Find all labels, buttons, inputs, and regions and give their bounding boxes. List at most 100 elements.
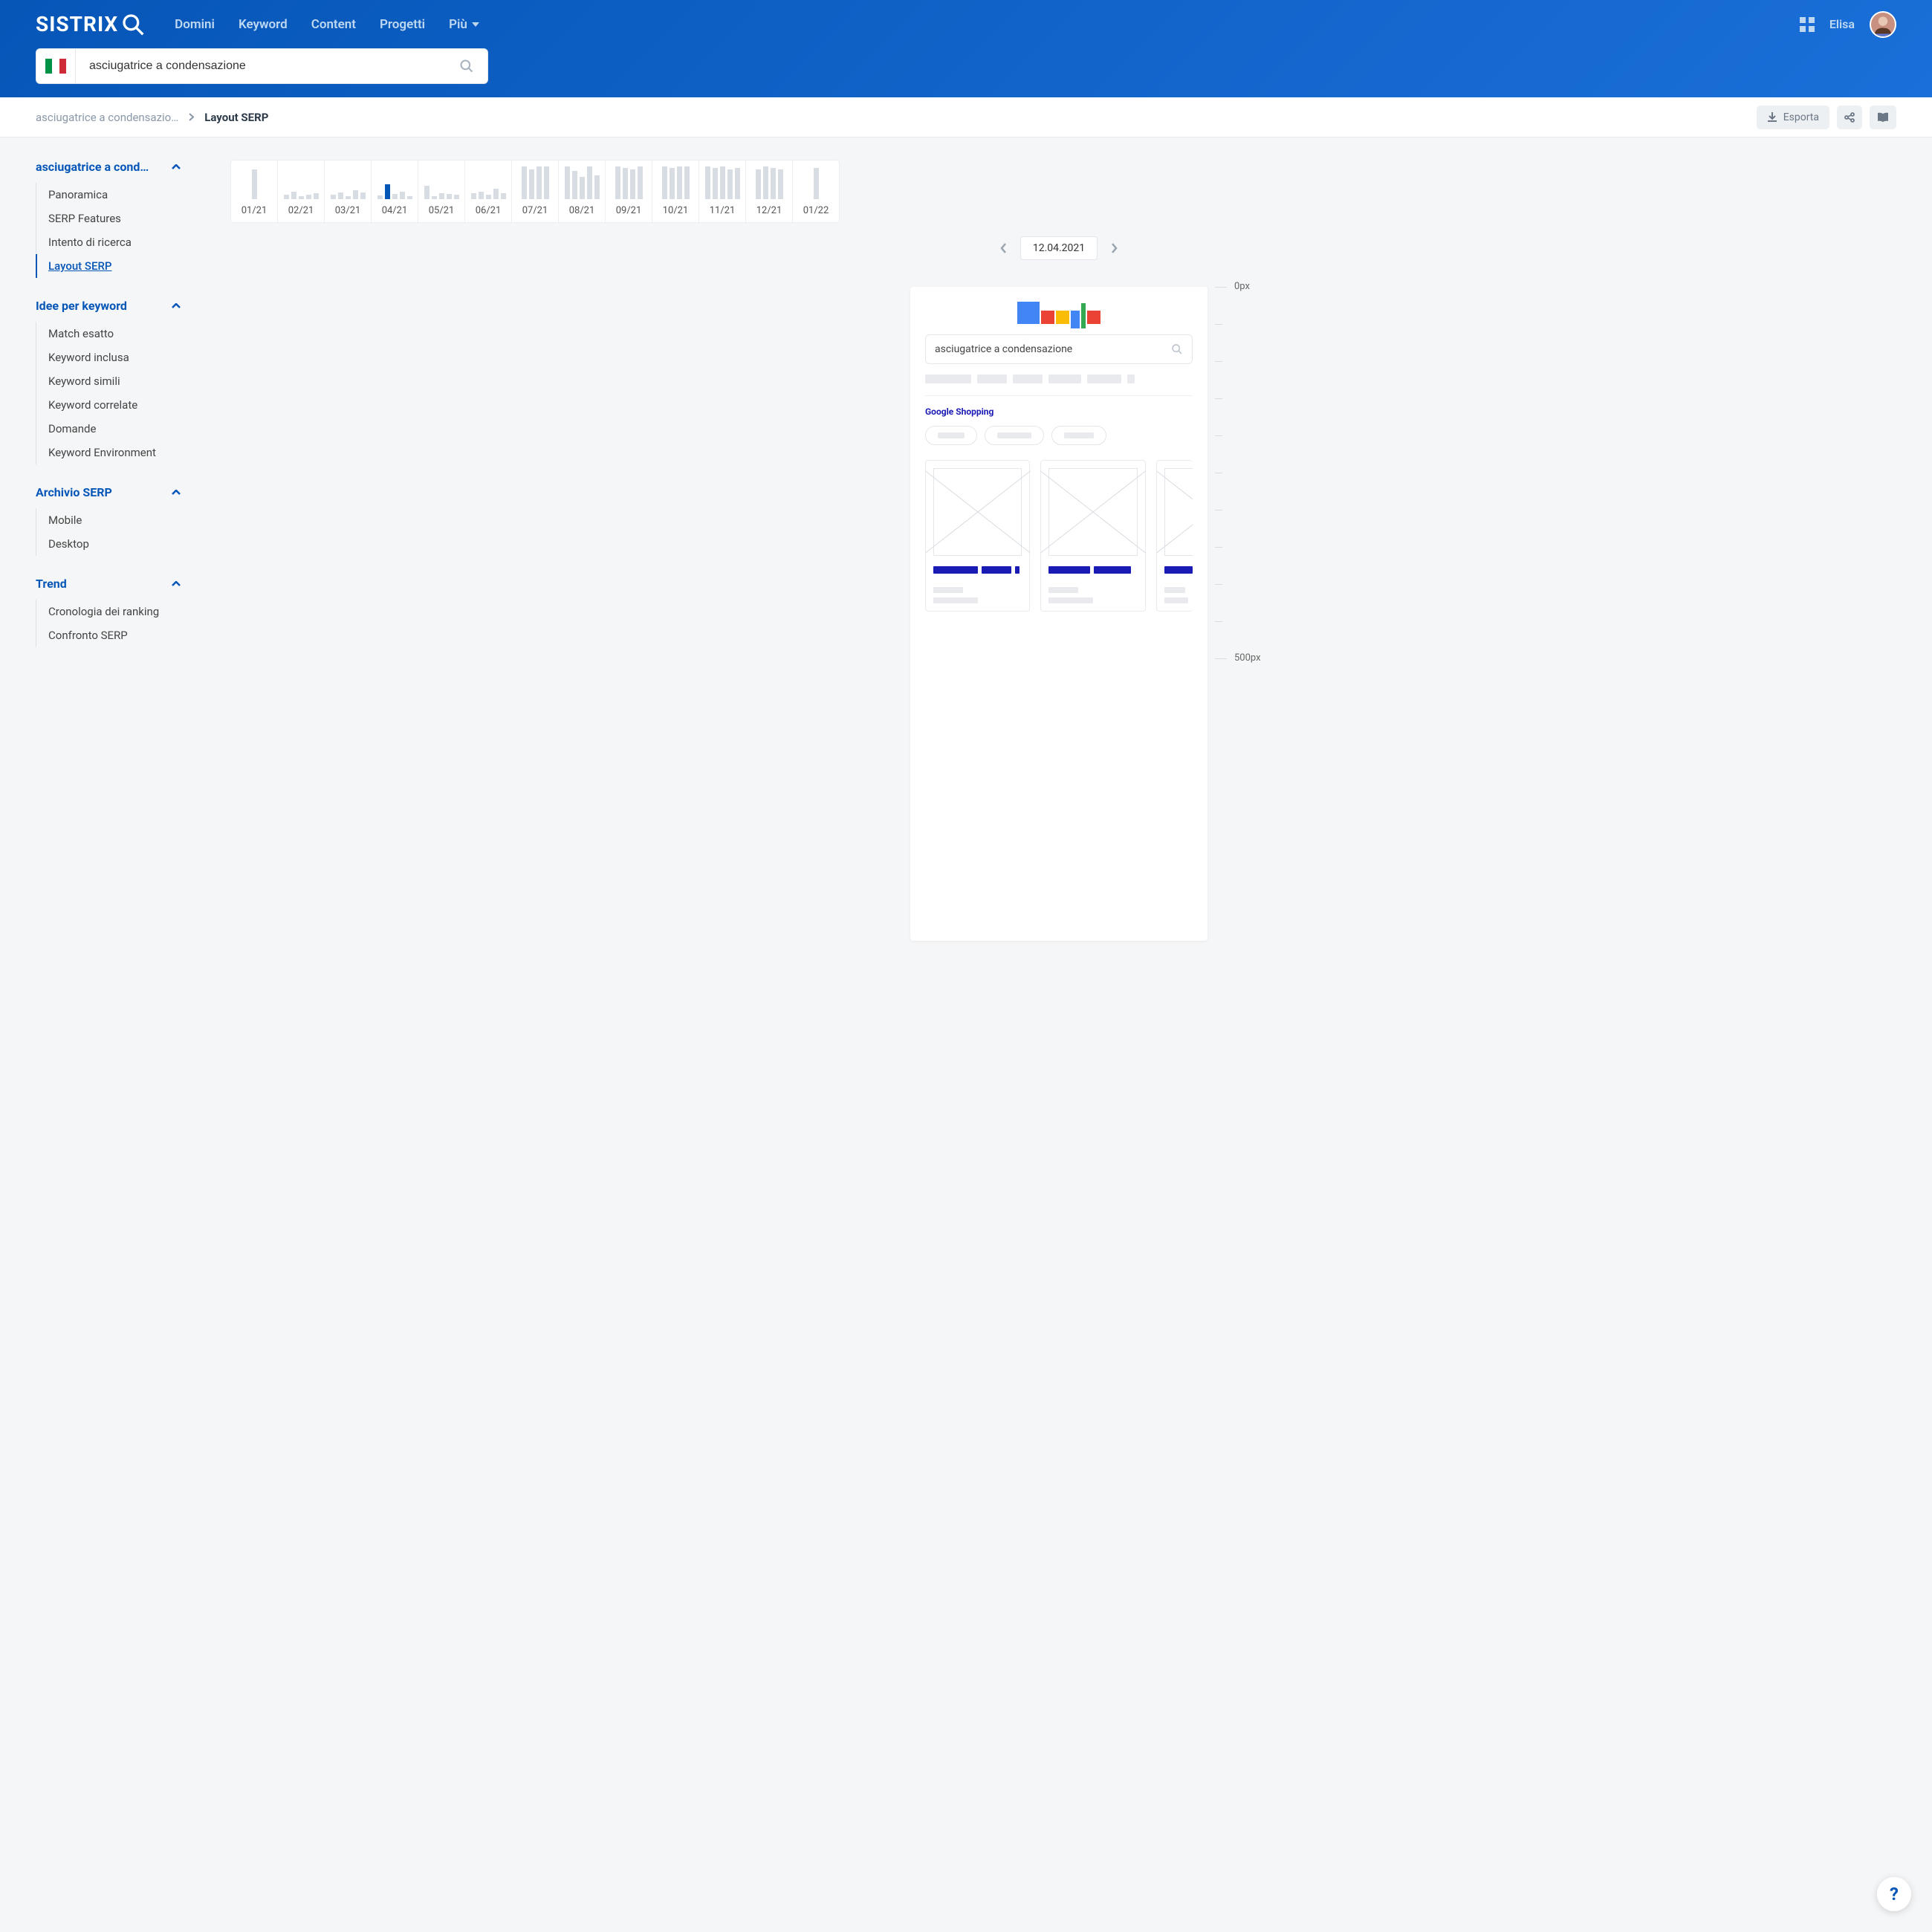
user-name[interactable]: Elisa bbox=[1829, 17, 1855, 31]
sidebar: asciugatrice a condens PanoramicaSERP Fe… bbox=[0, 137, 223, 963]
timeline-bar bbox=[501, 193, 506, 199]
sidebar-item[interactable]: Mobile bbox=[48, 508, 187, 532]
timeline-month[interactable]: 08/21 bbox=[559, 161, 606, 222]
sidebar-title-keyword[interactable]: asciugatrice a condens bbox=[36, 160, 181, 174]
sidebar-item[interactable]: Desktop bbox=[48, 532, 187, 556]
timeline-bar bbox=[291, 192, 296, 199]
timeline-bar bbox=[306, 195, 311, 199]
sidebar-title-trend[interactable]: Trend bbox=[36, 577, 181, 591]
timeline-month[interactable]: 03/21 bbox=[325, 161, 372, 222]
timeline-month[interactable]: 12/21 bbox=[746, 161, 793, 222]
shopping-card[interactable] bbox=[1156, 460, 1193, 612]
chevron-up-icon bbox=[172, 164, 181, 170]
sidebar-item[interactable]: Keyword Environment bbox=[48, 441, 187, 464]
timeline-month[interactable]: 10/21 bbox=[652, 161, 699, 222]
timeline-bar bbox=[720, 166, 725, 199]
sidebar-title-ideas[interactable]: Idee per keyword bbox=[36, 299, 181, 313]
timeline-bar bbox=[338, 192, 343, 199]
shopping-cards bbox=[925, 460, 1193, 612]
search-button[interactable] bbox=[459, 59, 474, 74]
sidebar-item[interactable]: Keyword simili bbox=[48, 369, 187, 393]
timeline-bar bbox=[814, 168, 819, 199]
sidebar-title-archive[interactable]: Archivio SERP bbox=[36, 485, 181, 499]
nav-more[interactable]: Più bbox=[449, 17, 479, 32]
serp-search-box: asciugatrice a condensazione bbox=[925, 334, 1193, 364]
timeline-bar bbox=[454, 195, 459, 199]
nav-content[interactable]: Content bbox=[311, 17, 356, 32]
timeline-month[interactable]: 04/21 bbox=[372, 161, 418, 222]
timeline-label: 03/21 bbox=[325, 205, 371, 216]
sidebar-item[interactable]: Keyword correlate bbox=[48, 393, 187, 417]
chevron-up-icon bbox=[172, 581, 181, 587]
timeline-bar bbox=[252, 169, 257, 199]
timeline-bar bbox=[630, 169, 635, 199]
country-selector[interactable] bbox=[36, 48, 76, 84]
ruler-mark-500: 500px bbox=[1234, 652, 1261, 664]
search-input[interactable] bbox=[89, 59, 459, 73]
search-icon bbox=[1171, 343, 1183, 355]
docs-button[interactable] bbox=[1870, 106, 1896, 129]
timeline-bar bbox=[377, 195, 383, 199]
timeline-bar bbox=[572, 171, 577, 199]
timeline-bar bbox=[392, 194, 398, 199]
serp-tab bbox=[977, 375, 1007, 383]
apps-icon[interactable] bbox=[1800, 17, 1815, 32]
sidebar-item[interactable]: Confronto SERP bbox=[48, 623, 187, 647]
timeline-month[interactable]: 06/21 bbox=[465, 161, 512, 222]
filter-chip[interactable] bbox=[925, 426, 977, 445]
nav-progetti[interactable]: Progetti bbox=[380, 17, 425, 32]
timeline-bar bbox=[400, 192, 405, 199]
timeline-bar bbox=[727, 169, 733, 199]
filter-chips bbox=[925, 426, 1193, 445]
timeline-month[interactable]: 07/21 bbox=[512, 161, 559, 222]
sidebar-item[interactable]: Cronologia dei ranking bbox=[48, 600, 187, 623]
serp-preview: asciugatrice a condensazione Google Shop… bbox=[910, 287, 1208, 941]
sidebar-items-1: PanoramicaSERP FeaturesIntento di ricerc… bbox=[36, 183, 187, 278]
export-button[interactable]: Esporta bbox=[1757, 106, 1829, 129]
timeline-month[interactable]: 05/21 bbox=[418, 161, 465, 222]
filter-chip[interactable] bbox=[985, 426, 1044, 445]
timeline-month[interactable]: 02/21 bbox=[278, 161, 325, 222]
timeline-chart[interactable]: 01/2102/2103/2104/2105/2106/2107/2108/21… bbox=[230, 160, 840, 223]
shopping-card[interactable] bbox=[1040, 460, 1145, 612]
sidebar-item[interactable]: Match esatto bbox=[48, 322, 187, 346]
serp-shopping-heading: Google Shopping bbox=[925, 406, 1193, 417]
timeline-month[interactable]: 01/21 bbox=[231, 161, 278, 222]
sidebar-item[interactable]: Intento di ricerca bbox=[48, 230, 187, 254]
timeline-bar bbox=[705, 166, 710, 199]
nav-domini[interactable]: Domini bbox=[175, 17, 215, 32]
export-label: Esporta bbox=[1783, 111, 1819, 123]
help-button[interactable]: ? bbox=[1877, 1877, 1911, 1911]
timeline-bar bbox=[756, 169, 761, 199]
timeline-bar bbox=[314, 193, 319, 199]
timeline-bar bbox=[763, 166, 768, 199]
sidebar-item[interactable]: Domande bbox=[48, 417, 187, 441]
sidebar-item[interactable]: Layout SERP bbox=[36, 254, 187, 278]
filter-chip[interactable] bbox=[1051, 426, 1106, 445]
timeline-bar bbox=[471, 193, 476, 199]
shopping-card[interactable] bbox=[925, 460, 1030, 612]
date-display[interactable]: 12.04.2021 bbox=[1020, 236, 1098, 260]
timeline-month[interactable]: 09/21 bbox=[606, 161, 652, 222]
breadcrumb-prev[interactable]: asciugatrice a condensazio… bbox=[36, 111, 178, 124]
timeline-bar bbox=[735, 168, 740, 199]
date-next-button[interactable] bbox=[1111, 243, 1118, 253]
timeline-month[interactable]: 01/22 bbox=[793, 161, 839, 222]
timeline-label: 08/21 bbox=[559, 205, 605, 216]
breadcrumb-current: Layout SERP bbox=[204, 111, 268, 124]
main: 01/2102/2103/2104/2105/2106/2107/2108/21… bbox=[223, 137, 1932, 963]
timeline-bar bbox=[537, 166, 542, 199]
sidebar-item[interactable]: SERP Features bbox=[48, 207, 187, 230]
timeline-label: 06/21 bbox=[465, 205, 511, 216]
avatar[interactable] bbox=[1870, 11, 1896, 38]
nav-keyword[interactable]: Keyword bbox=[239, 17, 288, 32]
serp-shopping-section: Google Shopping bbox=[925, 395, 1193, 612]
timeline-label: 09/21 bbox=[606, 205, 652, 216]
logo[interactable]: SISTRIX bbox=[36, 12, 145, 36]
share-button[interactable] bbox=[1837, 106, 1862, 129]
header: SISTRIX Domini Keyword Content Progetti … bbox=[0, 0, 1932, 97]
date-prev-button[interactable] bbox=[1000, 243, 1007, 253]
timeline-month[interactable]: 11/21 bbox=[699, 161, 746, 222]
sidebar-item[interactable]: Panoramica bbox=[48, 183, 187, 207]
sidebar-item[interactable]: Keyword inclusa bbox=[48, 346, 187, 369]
